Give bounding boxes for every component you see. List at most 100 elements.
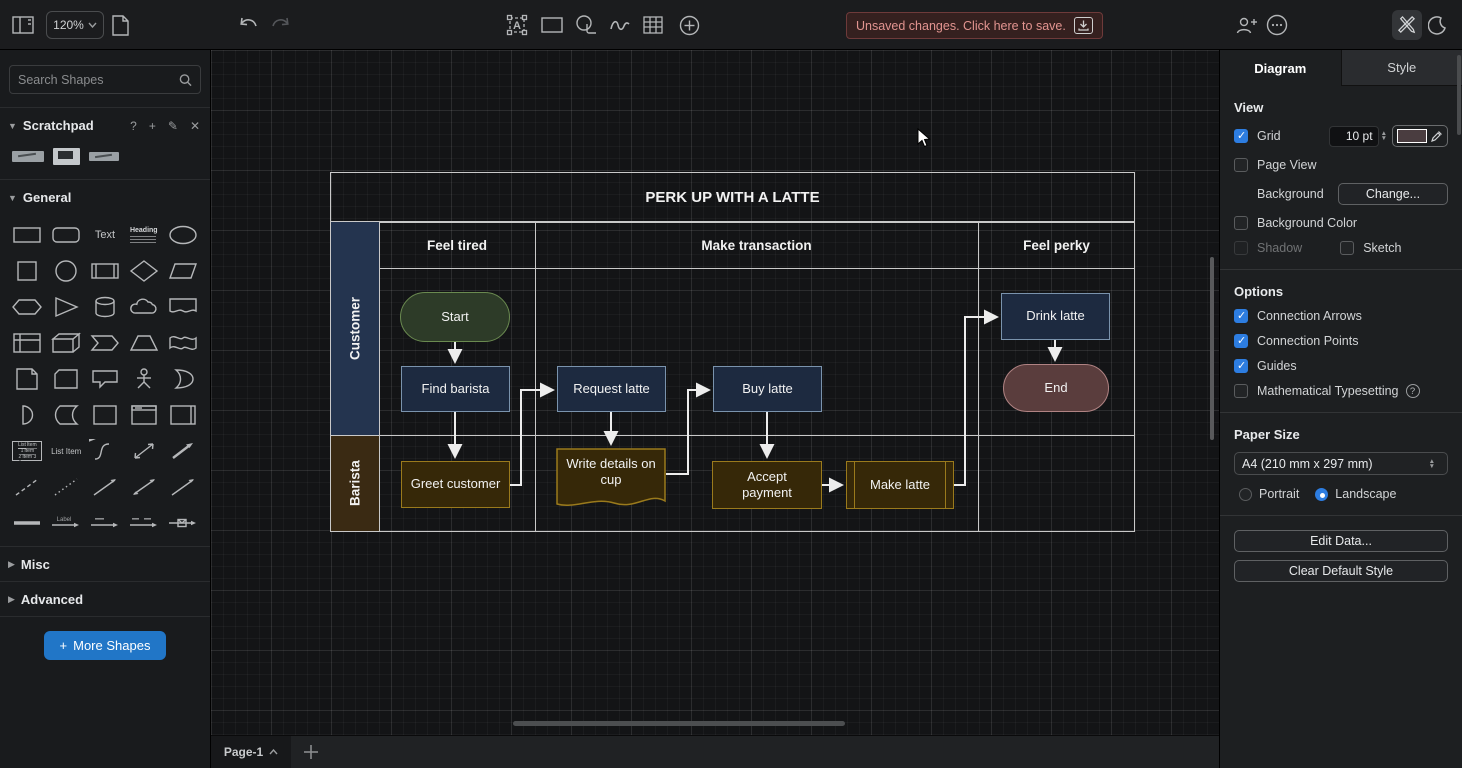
- node-write-details[interactable]: Write details on cup: [556, 448, 666, 514]
- node-make-latte[interactable]: Make latte: [846, 461, 954, 509]
- shape-diamond[interactable]: [124, 258, 163, 284]
- text-tool-icon[interactable]: A: [506, 13, 528, 37]
- insert-plus-icon[interactable]: [679, 13, 700, 37]
- shape-or[interactable]: [163, 366, 202, 392]
- shape-data-storage[interactable]: [47, 402, 86, 428]
- shape-list-item[interactable]: List Item: [47, 438, 86, 464]
- scratchpad-item[interactable]: [12, 151, 44, 162]
- dark-mode-moon-icon[interactable]: [1428, 13, 1447, 37]
- grid-color-button[interactable]: [1392, 125, 1448, 147]
- shape-link[interactable]: [8, 510, 47, 536]
- shape-directional-connector[interactable]: [163, 474, 202, 500]
- shape-process[interactable]: [86, 258, 125, 284]
- scratchpad-help-icon[interactable]: ?: [130, 119, 137, 133]
- shape-curve[interactable]: [86, 438, 125, 464]
- scratchpad-section-header[interactable]: ▼ Scratchpad ? + ✎ ✕: [0, 107, 210, 142]
- shape-arrow-label[interactable]: Label: [47, 510, 86, 536]
- shape-dashed-line[interactable]: [8, 474, 47, 500]
- shape-internal-storage[interactable]: [8, 330, 47, 356]
- more-options-icon[interactable]: [1266, 13, 1288, 37]
- shape-triangle[interactable]: [47, 294, 86, 320]
- grid-size-input[interactable]: [1329, 126, 1379, 147]
- shape-rectangle[interactable]: [8, 222, 47, 248]
- page-outline-icon[interactable]: [112, 13, 129, 37]
- shapes-tool-icon[interactable]: [575, 13, 598, 37]
- shape-card[interactable]: [47, 366, 86, 392]
- zoom-dropdown[interactable]: 120%: [46, 11, 104, 39]
- node-accept-payment[interactable]: Accept payment: [712, 461, 822, 509]
- shape-annotation-arrow[interactable]: [86, 510, 125, 536]
- node-drink-latte[interactable]: Drink latte: [1001, 293, 1110, 340]
- shape-rounded-rectangle[interactable]: [47, 222, 86, 248]
- sketch-checkbox[interactable]: [1340, 241, 1354, 255]
- pool-title[interactable]: PERK UP WITH A LATTE: [330, 172, 1135, 222]
- tab-diagram[interactable]: Diagram: [1220, 50, 1341, 86]
- node-end[interactable]: End: [1003, 364, 1109, 412]
- redo-icon[interactable]: [270, 13, 291, 37]
- node-buy-latte[interactable]: Buy latte: [713, 366, 822, 412]
- shape-bidirectional-arrow[interactable]: [124, 438, 163, 464]
- more-shapes-button[interactable]: + More Shapes: [44, 631, 166, 660]
- shape-container[interactable]: [86, 402, 125, 428]
- shape-square[interactable]: [8, 258, 47, 284]
- shape-callout[interactable]: [86, 366, 125, 392]
- share-add-user-icon[interactable]: [1236, 13, 1258, 37]
- shape-parallelogram[interactable]: [163, 258, 202, 284]
- scratchpad-item[interactable]: [53, 148, 80, 165]
- shape-bidirectional-connector[interactable]: [124, 474, 163, 500]
- lane-barista-label[interactable]: Barista: [331, 435, 379, 531]
- portrait-radio[interactable]: [1239, 488, 1252, 501]
- shape-symbol-arrow[interactable]: [163, 510, 202, 536]
- shape-trapezoid[interactable]: [124, 330, 163, 356]
- shape-heading[interactable]: Heading: [124, 222, 163, 248]
- search-shapes-box[interactable]: [9, 65, 201, 94]
- diagram-canvas[interactable]: PERK UP WITH A LATTE Feel tired Make tra…: [211, 50, 1219, 735]
- window-scrollbar[interactable]: [1457, 55, 1461, 135]
- shape-cube[interactable]: [47, 330, 86, 356]
- scratchpad-add-icon[interactable]: +: [149, 119, 156, 133]
- shape-note[interactable]: [8, 366, 47, 392]
- guides-checkbox[interactable]: [1234, 359, 1248, 373]
- shape-hexagon[interactable]: [8, 294, 47, 320]
- connection-arrows-checkbox[interactable]: [1234, 309, 1248, 323]
- rectangle-tool-icon[interactable]: [541, 13, 563, 37]
- shape-and[interactable]: [8, 402, 47, 428]
- grid-size-stepper[interactable]: ▲▼: [1381, 131, 1387, 141]
- shape-arrow[interactable]: [163, 438, 202, 464]
- shape-cylinder[interactable]: [86, 294, 125, 320]
- scratchpad-close-icon[interactable]: ✕: [190, 119, 200, 133]
- paper-size-select[interactable]: A4 (210 mm x 297 mm) ▲▼: [1234, 452, 1448, 475]
- general-section-header[interactable]: ▼ General: [0, 179, 210, 214]
- shape-document[interactable]: [163, 294, 202, 320]
- search-shapes-input[interactable]: [18, 73, 179, 87]
- shape-text[interactable]: Text: [86, 222, 125, 248]
- canvas-vertical-scrollbar[interactable]: [1210, 257, 1214, 440]
- page-tab[interactable]: Page-1: [211, 736, 291, 768]
- edit-data-button[interactable]: Edit Data...: [1234, 530, 1448, 552]
- toggle-shapes-panel-icon[interactable]: [12, 13, 34, 37]
- landscape-radio[interactable]: [1315, 488, 1328, 501]
- scratchpad-item[interactable]: [89, 152, 119, 161]
- shape-vertical-container[interactable]: [163, 402, 202, 428]
- shape-line[interactable]: [86, 474, 125, 500]
- freehand-tool-icon[interactable]: [609, 13, 631, 37]
- shape-step[interactable]: [86, 330, 125, 356]
- scratchpad-edit-icon[interactable]: ✎: [168, 119, 178, 133]
- shape-dotted-line[interactable]: [47, 474, 86, 500]
- shape-frame[interactable]: [124, 402, 163, 428]
- shape-ellipse[interactable]: [163, 222, 202, 248]
- grid-checkbox[interactable]: [1234, 129, 1248, 143]
- undo-icon[interactable]: [238, 13, 259, 37]
- shape-tape[interactable]: [163, 330, 202, 356]
- table-tool-icon[interactable]: [643, 13, 663, 37]
- sketch-style-icon[interactable]: [1392, 10, 1422, 40]
- unsaved-changes-button[interactable]: Unsaved changes. Click here to save.: [846, 12, 1103, 39]
- phase-feel-perky[interactable]: Feel perky: [978, 222, 1135, 268]
- shape-circle[interactable]: [47, 258, 86, 284]
- phase-feel-tired[interactable]: Feel tired: [379, 222, 535, 268]
- clear-default-style-button[interactable]: Clear Default Style: [1234, 560, 1448, 582]
- canvas-horizontal-scrollbar[interactable]: [513, 721, 845, 726]
- connection-points-checkbox[interactable]: [1234, 334, 1248, 348]
- add-page-button[interactable]: [291, 736, 331, 768]
- advanced-section-header[interactable]: ▶ Advanced: [0, 581, 210, 616]
